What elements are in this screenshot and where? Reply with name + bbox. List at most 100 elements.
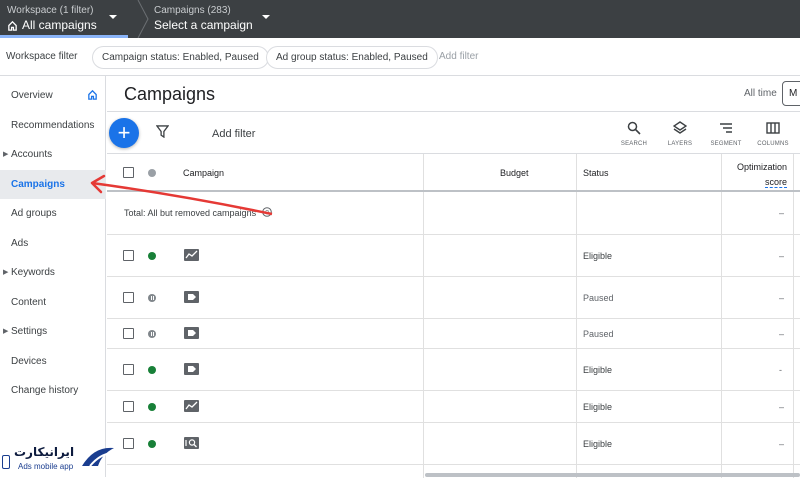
logo-swoosh-icon — [82, 447, 114, 467]
watermark-text: ایرانیکارت — [14, 445, 75, 459]
table-row[interactable]: Eligible – — [107, 423, 800, 465]
status-dot-eligible — [148, 403, 156, 411]
campaign-status-filter-chip[interactable]: Campaign status: Enabled, Paused — [92, 46, 269, 69]
sidebar-item-campaigns[interactable]: Campaigns — [0, 170, 106, 199]
segment-tool-button[interactable]: SEGMENT — [706, 121, 746, 147]
table-row[interactable]: Eligible – — [107, 235, 800, 277]
table-toolbar: + Add filter SEARCH LAYERS SEGMENT COLUM… — [107, 111, 800, 153]
status-dot-eligible — [148, 252, 156, 260]
opt-header-line2: score — [764, 177, 787, 188]
columns-icon — [766, 122, 780, 134]
row-checkbox[interactable] — [123, 401, 134, 412]
layers-tool-label: LAYERS — [667, 141, 693, 147]
status-cell: Eligible — [583, 402, 613, 412]
home-icon — [8, 20, 17, 31]
total-opt-score: – — [779, 208, 785, 218]
table-row[interactable]: Eligible - — [107, 349, 800, 391]
opt-score-cell: – — [779, 251, 785, 261]
status-dot-eligible — [148, 366, 156, 374]
sidebar-item-settings[interactable]: ▶ Settings — [0, 317, 106, 346]
status-cell: Eligible — [583, 365, 613, 375]
sidebar-item-label: Settings — [11, 326, 48, 337]
segment-icon — [720, 123, 732, 133]
add-filter-link[interactable]: Add filter — [439, 51, 478, 62]
row-checkbox[interactable] — [123, 438, 134, 449]
shopping-campaign-icon — [184, 291, 199, 303]
opt-score-cell: – — [779, 439, 785, 449]
sidebar-item-recommendations[interactable]: Recommendations — [0, 111, 106, 140]
sidebar-item-accounts[interactable]: ▶ Accounts — [0, 140, 106, 169]
shopping-campaign-icon — [184, 327, 199, 339]
sidebar-item-ad-groups[interactable]: Ad groups — [0, 199, 106, 228]
sidebar-item-change-history[interactable]: Change history — [0, 376, 106, 405]
total-label: Total: All but removed campaigns — [124, 208, 257, 218]
status-cell: Eligible — [583, 251, 613, 261]
watermark-logo: ایرانیکارت Ads mobile app — [0, 442, 118, 477]
row-checkbox[interactable] — [123, 292, 134, 303]
sidebar-nav: Overview Recommendations ▶ Accounts Camp… — [0, 76, 106, 477]
sidebar-item-label: Ads — [11, 238, 29, 249]
expand-arrow-icon: ▶ — [3, 151, 9, 158]
status-dot-header — [148, 169, 156, 177]
table-header-row: Campaign Budget Status Optimization scor… — [107, 154, 800, 192]
optimization-score-column-header[interactable]: Optimization score — [727, 162, 787, 190]
search-tool-button[interactable]: SEARCH — [614, 121, 654, 147]
campaign-column-header[interactable]: Campaign — [183, 168, 224, 178]
workspace-filter-label: Workspace filter — [6, 51, 78, 62]
sidebar-item-label: Change history — [11, 385, 79, 396]
sidebar-item-label: Content — [11, 297, 47, 308]
sidebar-item-label: Ad groups — [11, 208, 57, 219]
columns-tool-label: COLUMNS — [757, 141, 789, 147]
campaigns-table: Campaign Budget Status Optimization scor… — [107, 153, 800, 478]
sidebar-item-ads[interactable]: Ads — [0, 229, 106, 258]
sidebar-item-label: Keywords — [11, 267, 55, 278]
top-bar: Workspace (1 filter) All campaigns Campa… — [0, 0, 800, 38]
status-dot-paused — [148, 294, 156, 302]
chevron-down-icon[interactable] — [108, 12, 118, 22]
filter-icon[interactable] — [156, 125, 169, 138]
opt-score-cell: - — [779, 365, 782, 375]
select-all-checkbox[interactable] — [123, 167, 134, 178]
expand-arrow-icon: ▶ — [3, 328, 9, 335]
breadcrumb-separator-icon — [137, 0, 149, 38]
table-row[interactable]: Paused – — [107, 319, 800, 349]
row-checkbox[interactable] — [123, 250, 134, 261]
date-range-selector[interactable]: M — [782, 81, 800, 106]
help-icon[interactable]: ? — [262, 207, 272, 217]
opt-score-cell: – — [779, 329, 785, 339]
columns-tool-button[interactable]: COLUMNS — [753, 121, 793, 147]
horizontal-scrollbar[interactable] — [425, 473, 800, 477]
sidebar-item-label: Overview — [11, 90, 53, 101]
sidebar-item-overview[interactable]: Overview — [0, 81, 106, 110]
layers-tool-button[interactable]: LAYERS — [660, 121, 700, 147]
shopping-campaign-icon — [184, 363, 199, 375]
status-column-header[interactable]: Status — [583, 168, 609, 178]
phone-icon — [2, 455, 10, 469]
workspace-filter-bar: Workspace filter Campaign status: Enable… — [0, 38, 800, 76]
status-cell: Eligible — [583, 439, 613, 449]
campaign-selector[interactable]: Campaigns (283) Select a campaign — [154, 5, 253, 32]
sidebar-item-label: Devices — [11, 356, 47, 367]
display-campaign-icon — [184, 249, 199, 261]
status-cell: Paused — [583, 293, 614, 303]
sidebar-item-label: Recommendations — [11, 120, 95, 131]
sidebar-item-content[interactable]: Content — [0, 288, 106, 317]
display-campaign-icon — [184, 400, 199, 412]
sidebar-item-keywords[interactable]: ▶ Keywords — [0, 258, 106, 287]
ad-group-status-filter-chip[interactable]: Ad group status: Enabled, Paused — [266, 46, 438, 69]
table-row[interactable]: Eligible – — [107, 391, 800, 423]
budget-column-header[interactable]: Budget — [500, 168, 529, 178]
workspace-name: All campaigns — [22, 18, 97, 32]
sidebar-item-devices[interactable]: Devices — [0, 347, 106, 376]
add-filter-input[interactable]: Add filter — [212, 128, 255, 140]
opt-header-line1: Optimization — [736, 162, 787, 172]
row-checkbox[interactable] — [123, 364, 134, 375]
row-checkbox[interactable] — [123, 328, 134, 339]
table-row[interactable]: Paused – — [107, 277, 800, 319]
status-cell: Paused — [583, 329, 614, 339]
home-icon — [88, 89, 97, 100]
layers-icon — [672, 121, 688, 134]
chevron-down-icon[interactable] — [261, 12, 271, 22]
opt-score-cell: – — [779, 293, 785, 303]
add-campaign-button[interactable]: + — [109, 118, 139, 148]
